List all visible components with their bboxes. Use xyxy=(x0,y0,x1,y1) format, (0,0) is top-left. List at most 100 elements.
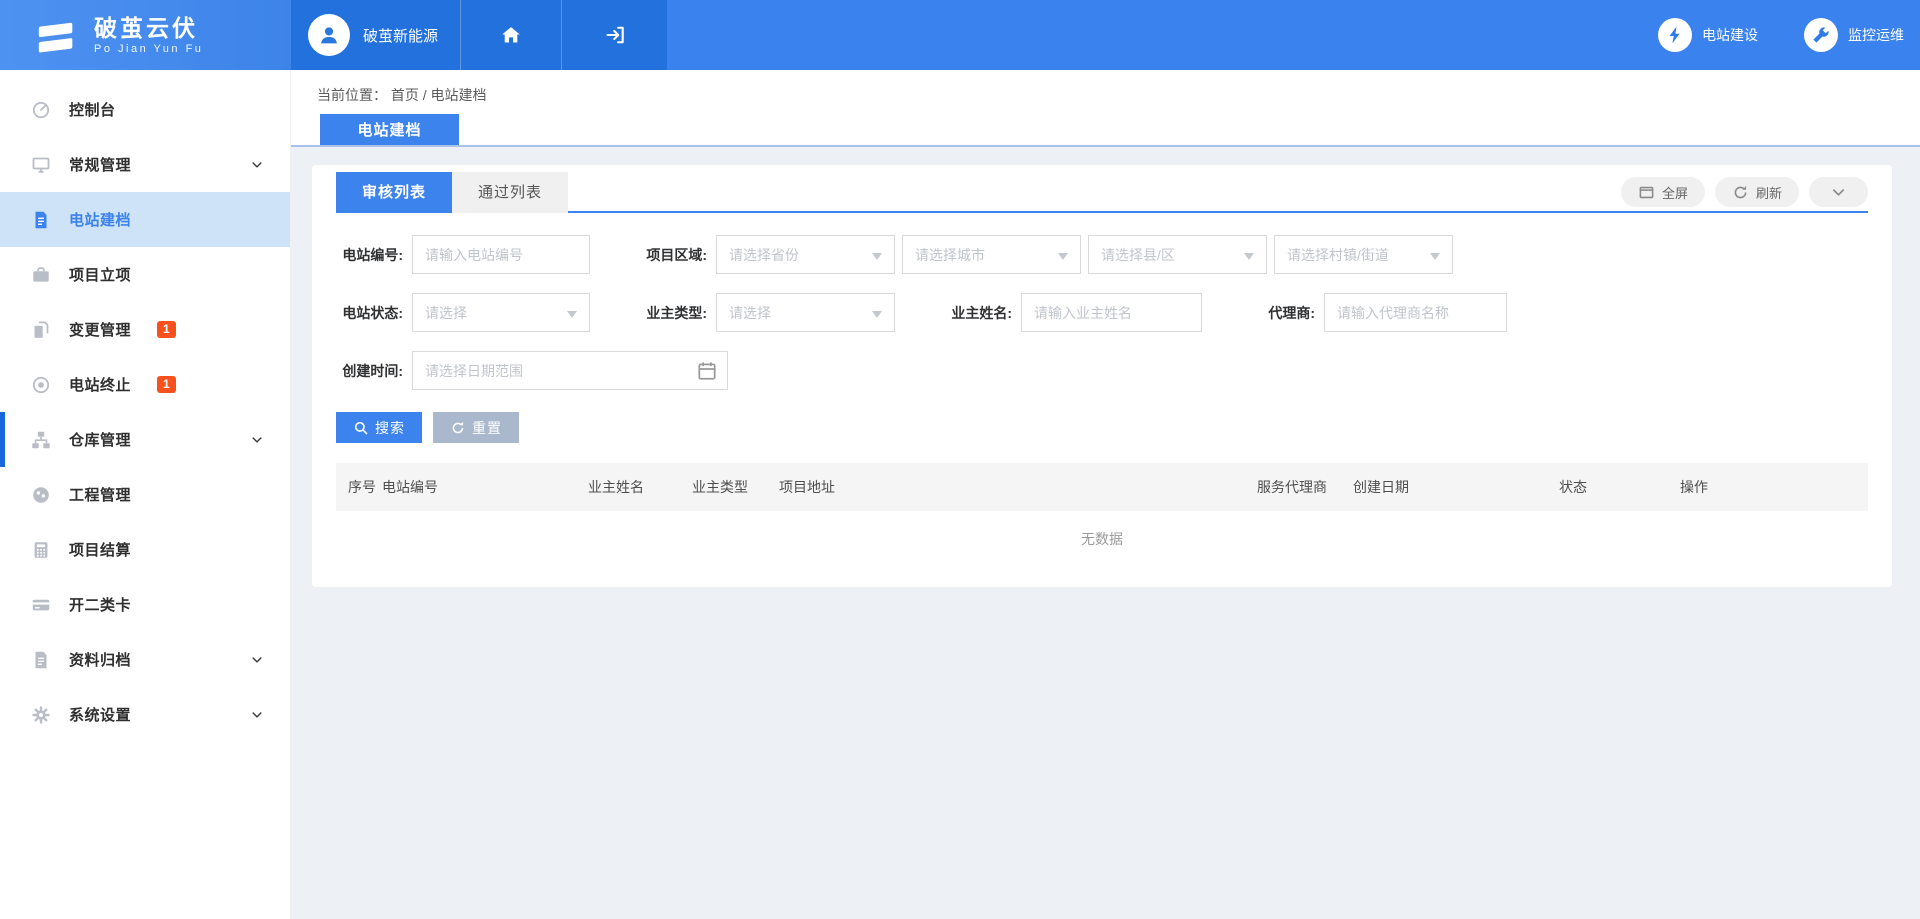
refresh-button[interactable]: 刷新 xyxy=(1715,177,1799,207)
record-icon xyxy=(30,375,52,395)
pie-chart-icon xyxy=(30,485,52,505)
nav-station-construction-label: 电站建设 xyxy=(1702,25,1758,45)
nav-monitoring-ops[interactable]: 监控运维 xyxy=(1804,18,1904,52)
calendar-icon xyxy=(696,360,718,382)
sidebar: 控制台常规管理电站建档项目立项变更管理 1 电站终止1 仓库管理工程管理项目结算开二类… xyxy=(0,70,291,919)
action-buttons: 搜索 重置 xyxy=(336,412,1868,443)
chevron-down-icon xyxy=(250,708,264,722)
sidebar-item-station-termination[interactable]: 电站终止1 xyxy=(0,357,290,412)
home-icon xyxy=(500,24,522,46)
table-header-5: 项目地址 xyxy=(773,463,1251,511)
district-select[interactable]: 请选择县/区 xyxy=(1088,235,1267,274)
sidebar-item-project-initiation[interactable]: 项目立项 xyxy=(0,247,290,302)
logout-button[interactable] xyxy=(561,0,667,70)
town-select[interactable]: 请选择村镇/街道 xyxy=(1274,235,1453,274)
table-header-7: 创建日期 xyxy=(1347,463,1553,511)
create-time-range-picker[interactable]: 请选择日期范围 xyxy=(412,351,728,390)
sidebar-item-label: 电站终止 xyxy=(69,374,131,395)
content-panel: 审核列表 通过列表 全屏 刷新 电站编号: 项目区域:请选择省份请选择城市请选择县… xyxy=(312,165,1892,587)
monitor-icon xyxy=(30,155,52,175)
topbar-company[interactable]: 破茧新能源 xyxy=(291,0,460,70)
sidebar-item-change-management[interactable]: 变更管理 1 xyxy=(0,302,290,357)
sidebar-item-label: 资料归档 xyxy=(69,649,131,670)
filter-row: 创建时间:请选择日期范围 xyxy=(336,351,1868,390)
sidebar-item-label: 系统设置 xyxy=(69,704,131,725)
collapse-button[interactable] xyxy=(1809,177,1868,207)
brand-subtitle: Po Jian Yun Fu xyxy=(94,43,203,55)
sidebar-item-label: 工程管理 xyxy=(69,484,131,505)
main-content: 审核列表 通过列表 全屏 刷新 电站编号: 项目区域:请选择省份请选择城市请选择县… xyxy=(291,149,1920,919)
reset-icon xyxy=(450,420,466,436)
tab-passed-list[interactable]: 通过列表 xyxy=(452,172,568,213)
sitemap-icon xyxy=(30,430,52,450)
sidebar-item-warehouse-management[interactable]: 仓库管理 xyxy=(0,412,290,467)
search-button[interactable]: 搜索 xyxy=(336,412,422,443)
province-label: 项目区域: xyxy=(640,245,716,265)
tab-review-list[interactable]: 审核列表 xyxy=(336,172,452,213)
station-status-select[interactable]: 请选择 xyxy=(412,293,590,332)
brand-logo: 破茧云伏 Po Jian Yun Fu xyxy=(0,0,291,70)
agent-label: 代理商: xyxy=(1262,303,1324,323)
breadcrumb-path[interactable]: 首页 / 电站建档 xyxy=(391,87,487,103)
sidebar-item-label: 变更管理 xyxy=(69,319,131,340)
lightning-icon xyxy=(1665,25,1685,45)
chevron-down-icon xyxy=(250,158,264,172)
sidebar-item-data-archive[interactable]: 资料归档 xyxy=(0,632,290,687)
sidebar-item-label: 开二类卡 xyxy=(69,594,131,615)
sidebar-item-console[interactable]: 控制台 xyxy=(0,82,290,137)
calculator-icon xyxy=(30,540,52,560)
sidebar-item-label: 控制台 xyxy=(69,99,116,120)
company-name: 破茧新能源 xyxy=(363,25,438,46)
sidebar-item-engineering-management[interactable]: 工程管理 xyxy=(0,467,290,522)
filter-form: 电站编号:项目区域:请选择省份请选择城市请选择县/区请选择村镇/街道电站状态:请… xyxy=(336,213,1868,390)
page-tab-station-filing[interactable]: 电站建档 xyxy=(320,114,459,145)
search-icon xyxy=(353,420,369,436)
notification-badge: 1 xyxy=(157,321,176,338)
sidebar-item-label: 项目结算 xyxy=(69,539,131,560)
fullscreen-button[interactable]: 全屏 xyxy=(1621,177,1705,207)
table-header-2: 电站编号 xyxy=(376,463,582,511)
province-select[interactable]: 请选择省份 xyxy=(716,235,895,274)
fullscreen-icon xyxy=(1638,184,1655,201)
filter-row: 电站编号: 项目区域:请选择省份请选择城市请选择县/区请选择村镇/街道 xyxy=(336,235,1868,274)
briefcase-icon xyxy=(30,265,52,285)
sidebar-item-open-type2-card[interactable]: 开二类卡 xyxy=(0,577,290,632)
gear-icon xyxy=(30,705,52,725)
owner-name-input[interactable] xyxy=(1021,293,1202,332)
reset-button[interactable]: 重置 xyxy=(433,412,519,443)
panel-toolbar: 全屏 刷新 xyxy=(1621,177,1868,207)
create-time-label: 创建时间: xyxy=(336,361,412,381)
solar-logo-icon xyxy=(34,12,80,58)
topbar-right: 电站建设 监控运维 xyxy=(1658,0,1920,70)
sidebar-item-label: 电站建档 xyxy=(69,209,131,230)
owner-name-label: 业主姓名: xyxy=(945,303,1021,323)
agent-input[interactable] xyxy=(1324,293,1507,332)
sidebar-item-general-management[interactable]: 常规管理 xyxy=(0,137,290,192)
nav-station-construction[interactable]: 电站建设 xyxy=(1658,18,1758,52)
table-header-4: 业主类型 xyxy=(686,463,773,511)
fullscreen-label: 全屏 xyxy=(1662,183,1688,202)
filter-row: 电站状态:请选择业主类型:请选择业主姓名:代理商: xyxy=(336,293,1868,332)
table-header-6: 服务代理商 xyxy=(1251,463,1347,511)
sidebar-item-project-settlement[interactable]: 项目结算 xyxy=(0,522,290,577)
table-header-9: 操作 xyxy=(1674,463,1868,511)
lightning-icon-circle xyxy=(1658,18,1692,52)
nav-monitoring-ops-label: 监控运维 xyxy=(1848,25,1904,45)
table-header-3: 业主姓名 xyxy=(582,463,686,511)
breadcrumb: 当前位置： 首页 / 电站建档 xyxy=(291,70,1920,105)
city-select[interactable]: 请选择城市 xyxy=(902,235,1081,274)
sidebar-item-label: 项目立项 xyxy=(69,264,131,285)
sidebar-item-label: 仓库管理 xyxy=(69,429,131,450)
sidebar-item-station-filing[interactable]: 电站建档 xyxy=(0,192,290,247)
reset-label: 重置 xyxy=(472,418,502,438)
owner-type-label: 业主类型: xyxy=(640,303,716,323)
table-header-1: 序号 xyxy=(336,463,376,511)
home-button[interactable] xyxy=(460,0,561,70)
station-code-input[interactable] xyxy=(412,235,590,274)
copy-icon xyxy=(30,320,52,340)
breadcrumb-prefix: 当前位置： xyxy=(317,87,387,103)
station-code-label: 电站编号: xyxy=(336,245,412,265)
refresh-icon xyxy=(1732,184,1749,201)
sidebar-item-system-settings[interactable]: 系统设置 xyxy=(0,687,290,742)
owner-type-select[interactable]: 请选择 xyxy=(716,293,895,332)
